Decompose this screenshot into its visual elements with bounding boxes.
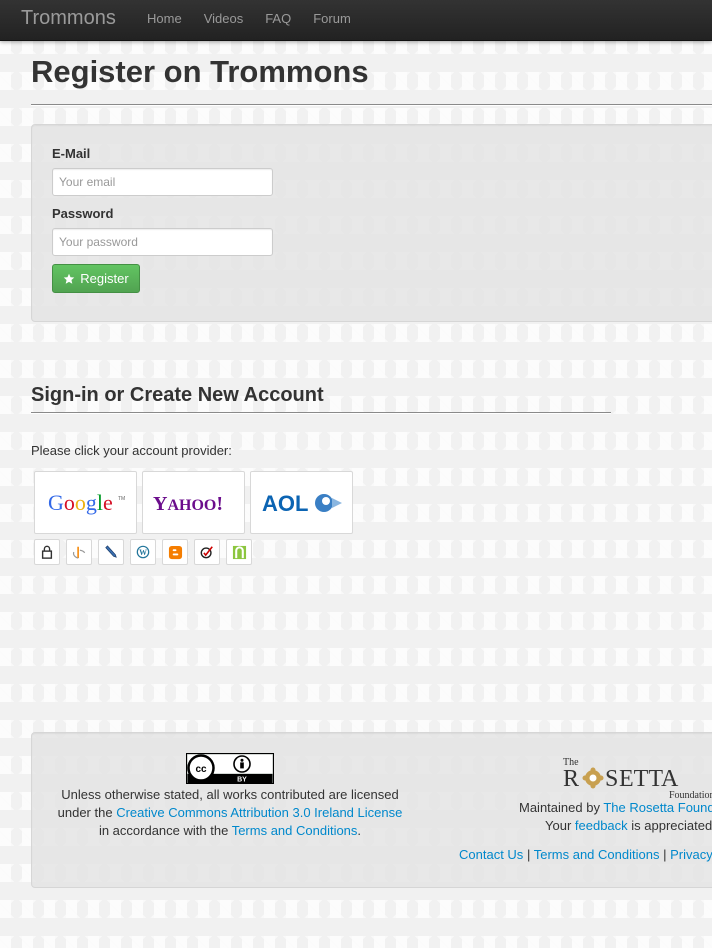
nav-videos[interactable]: Videos [193, 0, 255, 37]
privacy-link[interactable]: Privacy [670, 847, 712, 862]
svg-text:YAHOO!: YAHOO! [153, 493, 223, 515]
navbar: Trommons Home Videos FAQ Forum [0, 0, 712, 41]
terms-link[interactable]: Terms and Conditions [232, 823, 358, 838]
star-icon [64, 273, 75, 284]
license-line-2: under the Creative Commons Attribution 3… [57, 805, 403, 820]
footer-links: Contact Us | Terms and Conditions | Priv… [442, 846, 712, 864]
openid-icon [72, 546, 86, 559]
license-block: cc BY Unless otherwise stated, all works… [32, 753, 428, 840]
svg-text:R: R [563, 766, 579, 792]
separator: | [526, 847, 531, 862]
nav-menu: Home Videos FAQ Forum [136, 0, 362, 37]
lock-icon [41, 545, 53, 559]
license-line-3: in accordance with the Terms and Conditi… [98, 823, 362, 838]
feedback-line: Your feedback is appreciated [545, 818, 712, 833]
brand-link[interactable]: Trommons [21, 7, 116, 30]
clickpass-icon [232, 545, 246, 559]
license-link[interactable]: Creative Commons Attribution 3.0 Ireland… [116, 805, 402, 820]
rosetta-link[interactable]: The Rosetta Foundation [603, 800, 712, 815]
blogger-icon [168, 545, 182, 559]
aol-logo: AOL [262, 491, 342, 516]
separator: | [663, 847, 667, 862]
license-line-1: Unless otherwise stated, all works contr… [61, 787, 399, 802]
contact-link[interactable]: Contact Us [459, 847, 523, 862]
cc-by-text: BY [237, 777, 247, 784]
footer: cc BY Unless otherwise stated, all works… [31, 732, 712, 888]
email-input[interactable] [52, 168, 273, 196]
password-label: Password [52, 206, 114, 221]
svg-text:Google: Google [48, 490, 113, 515]
nav-home[interactable]: Home [136, 0, 193, 37]
email-label: E-Mail [52, 146, 91, 161]
signin-title: Sign-in or Create New Account [31, 384, 324, 406]
signin-divider [31, 412, 611, 414]
livejournal-provider-button[interactable] [98, 539, 124, 565]
nav-faq[interactable]: FAQ [254, 0, 302, 37]
clickpass-provider-button[interactable] [226, 539, 252, 565]
svg-text:AOL: AOL [262, 491, 308, 516]
yahoo-logo: YAHOO! [153, 493, 223, 515]
blogger-provider-button[interactable] [162, 539, 188, 565]
lock-provider-button[interactable] [34, 539, 60, 565]
provider-prompt: Please click your account provider: [31, 443, 232, 458]
nav-forum[interactable]: Forum [302, 0, 362, 37]
rosetta-flower-icon [582, 767, 604, 789]
verisign-provider-button[interactable] [194, 539, 220, 565]
rosetta-logo[interactable]: The R S ETTA Foundation [557, 755, 712, 801]
rosetta-block: The R S ETTA Foundation Maintained by Th… [442, 755, 712, 864]
svg-text:ETTA: ETTA [619, 766, 679, 792]
aol-provider-button[interactable]: AOL [250, 471, 353, 534]
svg-text:W: W [139, 548, 147, 557]
pencil-icon [105, 545, 117, 558]
password-input[interactable] [52, 228, 273, 256]
svg-text:TM: TM [118, 496, 125, 502]
maintained-line: Maintained by The Rosetta Foundation [442, 799, 712, 817]
verisign-icon [200, 546, 213, 559]
register-form: E-Mail Password Register [31, 124, 712, 322]
svg-text:S: S [605, 766, 618, 792]
wordpress-icon: W [136, 545, 150, 559]
google-provider-button[interactable]: Google TM [34, 471, 137, 534]
footer-terms-link[interactable]: Terms and Conditions [534, 847, 660, 862]
feedback-link[interactable]: feedback [575, 818, 628, 833]
yahoo-provider-button[interactable]: YAHOO! [142, 471, 245, 534]
title-divider [31, 104, 712, 106]
svg-text:cc: cc [195, 764, 207, 775]
page-title: Register on Trommons [31, 54, 369, 89]
openid-provider-button[interactable] [66, 539, 92, 565]
google-logo: Google TM [48, 490, 125, 515]
cc-by-badge[interactable]: cc BY [186, 753, 274, 784]
register-button[interactable]: Register [52, 264, 140, 293]
wordpress-provider-button[interactable]: W [130, 539, 156, 565]
register-label: Register [80, 271, 129, 286]
